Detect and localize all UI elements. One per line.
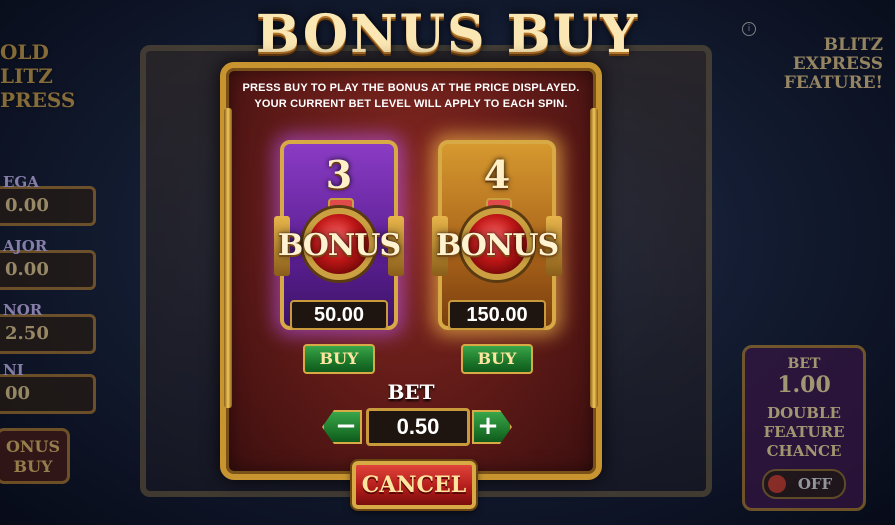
spin-count: 4 xyxy=(483,152,511,197)
bonus-price: 150.00 xyxy=(448,300,546,330)
double-feature-text-3: CHANCE xyxy=(766,442,842,460)
toggle-knob-icon xyxy=(768,475,786,493)
jackpot-value: 2.50 xyxy=(5,323,49,344)
jackpot-value: 0.00 xyxy=(5,259,49,280)
jackpot-value: 0.00 xyxy=(5,195,49,216)
jackpot-minor: NOR 2.50 xyxy=(0,301,96,354)
jackpot-value: 00 xyxy=(5,383,31,404)
jackpot-major: AJOR 0.00 xyxy=(0,237,96,290)
frame-rail-right xyxy=(590,108,598,408)
bonus-offer-card-4-spins[interactable]: 4 BONUS 150.00 xyxy=(432,140,562,330)
instructions: PRESS BUY TO PLAY THE BONUS AT THE PRICE… xyxy=(240,80,582,112)
bonus-price: 50.00 xyxy=(290,300,388,330)
jackpot-label: NI xyxy=(3,361,24,379)
jackpot-mega: EGA 0.00 xyxy=(0,173,96,226)
jackpot-label: AJOR xyxy=(3,237,48,255)
bet-decrease-button[interactable]: − xyxy=(322,410,362,444)
logo-line-2: LITZ xyxy=(0,64,53,88)
bonus-offer-card-3-spins[interactable]: 3 BONUS 50.00 xyxy=(274,140,404,330)
frame-rail-left xyxy=(224,108,232,408)
double-feature-text-1: DOUBLE xyxy=(767,404,841,422)
spin-count: 3 xyxy=(325,152,353,197)
double-feature-bet-value: 1.00 xyxy=(777,372,831,398)
double-feature-bet-label: BET xyxy=(787,356,821,372)
toggle-state-label: OFF xyxy=(797,475,833,493)
jackpot-mini: NI 00 xyxy=(0,361,96,414)
jackpot-label: NOR xyxy=(3,301,43,319)
bet-value: 0.50 xyxy=(366,408,470,446)
background-bonus-buy-button: ONUS BUY xyxy=(0,428,70,484)
instructions-line-2: YOUR CURRENT BET LEVEL WILL APPLY TO EAC… xyxy=(254,98,568,110)
bonus-buy-title: BONUS BUY xyxy=(255,4,640,65)
jackpot-label: EGA xyxy=(3,173,39,191)
bonus-buy-dialog: PRESS BUY TO PLAY THE BONUS AT THE PRICE… xyxy=(220,62,602,480)
bet-selector: − 0.50 + xyxy=(226,408,596,446)
double-feature-toggle: OFF xyxy=(762,469,846,499)
bonus-label: BONUS xyxy=(435,228,559,263)
blitz-line-3: FEATURE! xyxy=(783,73,883,93)
cancel-button[interactable]: CANCEL xyxy=(352,461,476,509)
double-feature-text-2: FEATURE xyxy=(763,423,845,441)
instructions-line-1: PRESS BUY TO PLAY THE BONUS AT THE PRICE… xyxy=(242,82,580,94)
buy-button-4-spins[interactable]: BUY xyxy=(461,344,533,374)
double-feature-panel: BET 1.00 DOUBLE FEATURE CHANCE OFF xyxy=(742,345,866,511)
bet-label: BET xyxy=(387,380,435,404)
bet-increase-button[interactable]: + xyxy=(472,410,512,444)
buy-button-3-spins[interactable]: BUY xyxy=(303,344,375,374)
bonus-label: BONUS xyxy=(277,228,401,263)
logo-line-3: PRESS xyxy=(0,88,76,112)
